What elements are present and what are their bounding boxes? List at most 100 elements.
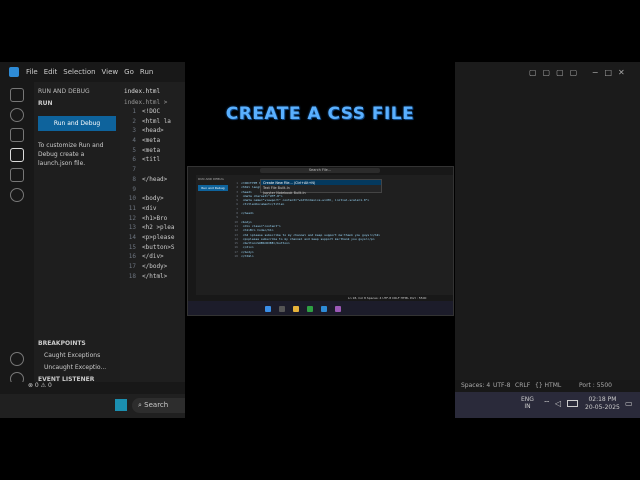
search-icon[interactable] (278, 306, 285, 312)
maximize-icon[interactable]: □ (604, 68, 618, 77)
code-text: </html> (142, 272, 168, 280)
code-line[interactable]: 18 </html> (230, 254, 453, 258)
code-text: </html> (241, 254, 254, 259)
line-number: 15 (128, 243, 136, 251)
activity-bar (0, 82, 35, 396)
status-port[interactable]: Port : 5500 (579, 382, 612, 389)
code-text: </head> (142, 175, 168, 183)
center-taskbar-icons (263, 301, 342, 315)
status-spaces[interactable]: Spaces: 4 (461, 382, 490, 389)
line-number: 18 (234, 254, 238, 259)
code-line[interactable]: 15 <button>S (120, 244, 185, 254)
layout-icon[interactable]: ▢▢▢▢ (529, 68, 583, 77)
line-number: 12 (128, 214, 136, 222)
code-line[interactable]: 6 <titl (120, 156, 185, 166)
menu-view[interactable]: View (102, 68, 119, 76)
taskbar-app-icon[interactable] (115, 399, 127, 411)
code-line[interactable]: 7 (120, 166, 185, 176)
remote-icon[interactable] (10, 188, 24, 202)
code-line[interactable]: 10 <body> (120, 195, 185, 205)
browser-icon[interactable] (306, 306, 313, 312)
status-encoding[interactable]: UTF-8 (493, 382, 511, 389)
center-run-button[interactable]: Run and Debug (198, 185, 228, 191)
center-panel-title: RUN AND DEBUG (198, 177, 224, 181)
code-line[interactable]: 17 </body> (120, 263, 185, 273)
explorer-icon[interactable] (292, 306, 299, 312)
line-number: 3 (132, 127, 136, 135)
code-line[interactable]: 8 </head> (120, 176, 185, 186)
line-number: 7 (132, 166, 136, 174)
right-taskbar: ENG IN ⌔ ◁ 02:18 PM 20-05-2025 ▭ (455, 392, 640, 418)
code-line[interactable]: 12 <h1>Bro (120, 215, 185, 225)
extensions-icon[interactable] (10, 168, 24, 182)
code-line[interactable]: 18 </html> (120, 273, 185, 283)
wifi-icon[interactable]: ⌔ (543, 399, 551, 409)
code-line[interactable]: 3 <head> (120, 127, 185, 137)
breakpoints-section[interactable]: BREAKPOINTS (38, 340, 86, 347)
run-debug-icon[interactable] (10, 148, 24, 162)
code-area[interactable]: 1 <!DOC 2 <html la 3 <head> 4 <meta 5 <meta 6 <titl… (120, 108, 185, 282)
status-bar: ⊗ 0 ⚠ 0 (0, 382, 185, 394)
menu-edit[interactable]: Edit (44, 68, 58, 76)
menu-file[interactable]: File (26, 68, 38, 76)
explorer-icon[interactable] (10, 88, 24, 102)
code-line[interactable]: 13 <h2 >plea (120, 224, 185, 234)
code-line[interactable]: 11 <div (120, 205, 185, 215)
code-line[interactable]: 5 <meta (120, 147, 185, 157)
menu-go[interactable]: Go (124, 68, 134, 76)
code-text: <meta (142, 137, 161, 145)
account-icon[interactable] (10, 352, 24, 366)
center-run-panel: RUN AND DEBUG Run and Debug (196, 175, 230, 303)
center-vscode-screenshot: Search File... RUN AND DEBUG Run and Deb… (187, 166, 454, 316)
panel-title: RUN AND DEBUG (38, 88, 90, 95)
volume-icon[interactable]: ◁ (555, 399, 561, 408)
video-title-overlay: CREATE A CSS FILE (225, 104, 415, 124)
new-file-option-jupyter[interactable]: Jupyter Notebook Built-In (261, 190, 381, 195)
code-line[interactable]: 4 <meta (120, 137, 185, 147)
menu-run[interactable]: Run (140, 68, 153, 76)
right-status-bar: Spaces: 4 UTF-8 CRLF {} HTML Port : 5500 (455, 380, 640, 392)
status-eol[interactable]: CRLF (515, 382, 530, 389)
start-icon[interactable] (264, 306, 271, 312)
line-number: 5 (132, 146, 136, 154)
code-text: <div (142, 204, 157, 212)
code-text: </div> (142, 253, 164, 261)
caught-exceptions[interactable]: Caught Exceptions (44, 352, 100, 359)
status-language[interactable]: {} HTML (535, 382, 561, 389)
line-number: 6 (132, 156, 136, 164)
clock[interactable]: 02:18 PM 20-05-2025 (585, 396, 620, 412)
code-text: </body> (142, 263, 168, 270)
menu-bar: File Edit Selection View Go Run (0, 62, 185, 82)
editor-tab[interactable]: index.html (120, 82, 185, 97)
uncaught-exceptions[interactable]: Uncaught Exceptio... (44, 364, 106, 371)
notification-icon[interactable]: ▭ (625, 399, 633, 408)
line-number: 16 (128, 253, 136, 261)
source-control-icon[interactable] (10, 128, 24, 142)
code-text: <h2 >plea (142, 224, 175, 232)
battery-icon[interactable] (567, 400, 578, 407)
app-icon[interactable] (334, 306, 341, 312)
code-line[interactable]: 14 <p>please (120, 234, 185, 244)
code-text: <title>Document</title> (241, 202, 285, 207)
tray-lang[interactable]: ENG IN (521, 396, 534, 410)
line-number: 14 (128, 233, 136, 241)
run-debug-panel: RUN AND DEBUG RUN Run and Debug To custo… (34, 82, 120, 396)
close-icon[interactable]: ✕ (618, 68, 631, 77)
new-file-dropdown: Create New File... (Ctrl+Alt+N) Text Fil… (260, 179, 382, 195)
code-text: <head> (142, 127, 164, 135)
code-line[interactable]: 9 (120, 186, 185, 196)
taskbar-search[interactable]: ⌕ Search (132, 398, 185, 413)
command-center[interactable]: Search File... (260, 168, 380, 173)
code-line[interactable]: 16 </div> (120, 253, 185, 263)
vscode-icon[interactable] (320, 306, 327, 312)
taskbar: ⌕ Search (0, 394, 185, 418)
problems-count[interactable]: ⊗ 0 ⚠ 0 (0, 382, 52, 389)
vscode-logo-icon (9, 67, 19, 77)
minimize-icon[interactable]: − (592, 68, 605, 77)
menu-selection[interactable]: Selection (63, 68, 95, 76)
code-text: <meta (142, 146, 161, 154)
code-text: <button>S (142, 243, 175, 251)
line-number: 13 (128, 224, 136, 232)
taskbar-search-label: Search (144, 401, 169, 409)
clock-date: 20-05-2025 (585, 404, 620, 411)
